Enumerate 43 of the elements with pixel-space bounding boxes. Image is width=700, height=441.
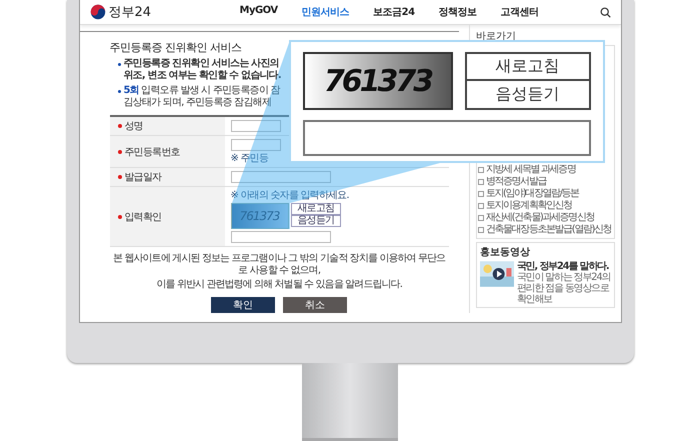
quick-link[interactable]: 토지(임야)대장열람/등본 <box>478 188 612 200</box>
bullet-icon <box>118 90 120 93</box>
quick-link[interactable]: 재산세(건축물)과세증명신청 <box>478 212 612 224</box>
notice-text: 본 웹사이트에 게시된 정보는 프로그램이나 그 밖의 기술적 장치를 이용하여 무단으로 사용할 수 없으며, <box>112 253 446 277</box>
captcha-button[interactable]: 음성듣기 <box>464 81 590 110</box>
confirm-button[interactable]: 확인 <box>211 297 276 313</box>
field-note: ※ 아래의 숫자를 입력하세요. <box>230 190 349 201</box>
input-field[interactable] <box>230 171 330 183</box>
quick-link[interactable]: 토지이용계획확인신청 <box>478 200 612 212</box>
bullet-icon <box>118 63 120 66</box>
quick-link[interactable]: 병적증명서발급 <box>478 176 612 188</box>
input-field[interactable] <box>230 120 280 132</box>
cancel-button[interactable]: 취소 <box>283 297 348 313</box>
nav-tab[interactable]: MyGOV <box>240 5 278 19</box>
sidebar-title: 바로가기 <box>476 30 517 43</box>
captcha-button[interactable]: 새로고침 <box>290 203 342 215</box>
field-label: 성명 <box>124 120 143 133</box>
site-logo[interactable]: 정부24 <box>108 3 152 21</box>
captcha-image: 761373 <box>230 203 288 229</box>
captcha-input[interactable] <box>230 231 330 243</box>
nav-tab[interactable]: 고객센터 <box>500 5 539 19</box>
nav-tab[interactable]: 민원서비스 <box>302 5 350 19</box>
field-label: 입력확인 <box>124 210 162 224</box>
nav-tab[interactable]: 정책정보 <box>438 5 477 19</box>
info-text: 5회 입력오류 발생 시 주민등록증이 잠김상태가 되며, 주민등록증 잠김해제 <box>124 85 282 109</box>
field-label: 주민등록번호 <box>124 146 180 158</box>
captcha-button[interactable]: 새로고침 <box>464 52 590 81</box>
quick-link[interactable]: 지방세 세목별 과세증명 <box>478 164 612 176</box>
captcha-input[interactable] <box>302 120 590 156</box>
info-text: 주민등록증 진위확인 서비스는 사진의 위조, 변조 여부는 확인할 수 없습니다. <box>124 58 282 82</box>
captcha-image: 761373 <box>302 52 452 110</box>
nav-tab[interactable]: 보조금24 <box>373 5 415 19</box>
search-icon[interactable] <box>600 6 610 18</box>
promo-title: 홍보동영상 <box>480 246 531 259</box>
logo-icon <box>90 4 106 20</box>
input-field[interactable] <box>230 139 280 151</box>
quick-link[interactable]: 건축물대장등초본발급(열람)신청 <box>478 224 612 236</box>
page-title: 주민등록증 진위확인 서비스 <box>110 40 242 55</box>
captcha-button[interactable]: 음성듣기 <box>290 215 342 227</box>
video-description: 국민이 말하는 정부24의 편리한 점을 동영상으로 확인해보 <box>516 272 610 305</box>
notice-text: 이를 위반시 관련법령에 의해 처벌될 수 있음을 알려드립니다. <box>155 279 404 291</box>
video-title[interactable]: 국민, 정부24를 말하다. <box>516 261 610 272</box>
field-label: 발급일자 <box>124 171 162 184</box>
